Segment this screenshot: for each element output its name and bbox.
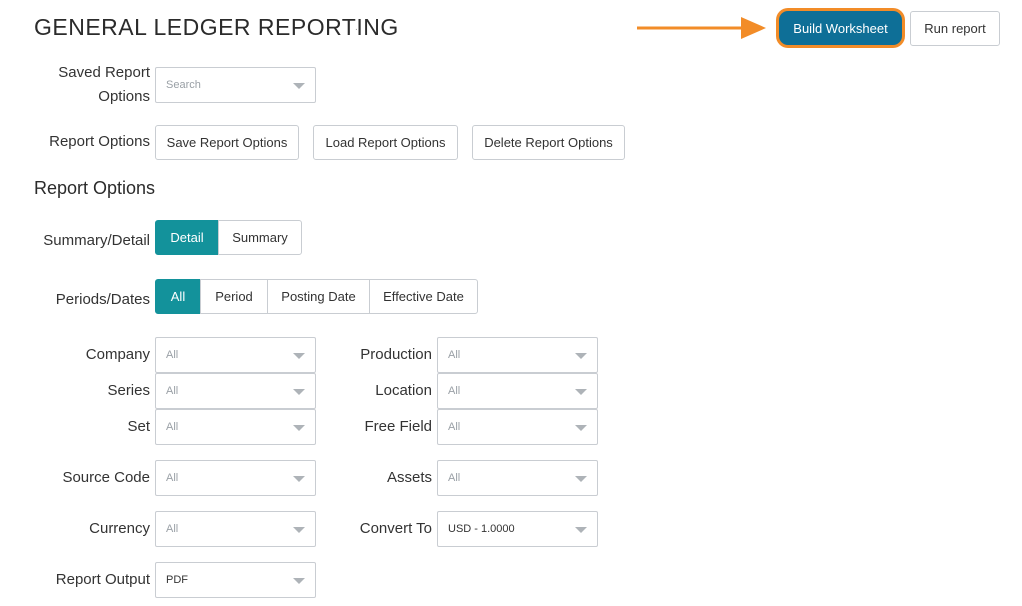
chevron-down-icon — [575, 527, 587, 533]
summary-detail-option-detail[interactable]: Detail — [155, 220, 219, 255]
periods-dates-option-period[interactable]: Period — [200, 279, 268, 314]
chevron-down-icon — [575, 353, 587, 359]
run-report-button[interactable]: Run report — [910, 11, 1000, 46]
summary-detail-toggle: Detail Summary — [155, 220, 302, 255]
saved-report-search-placeholder: Search — [166, 79, 201, 91]
free-field-select[interactable]: All — [437, 409, 598, 445]
production-label: Production — [360, 346, 432, 363]
company-label: Company — [85, 346, 150, 363]
page-title: GENERAL LEDGER REPORTING — [34, 14, 399, 40]
assets-label: Assets — [386, 469, 432, 486]
convert-to-label: Convert To — [359, 520, 432, 537]
series-select[interactable]: All — [155, 373, 316, 409]
periods-dates-option-effective-date[interactable]: Effective Date — [369, 279, 478, 314]
series-label: Series — [107, 382, 150, 399]
summary-detail-label: Summary/Detail — [43, 232, 150, 249]
chevron-down-icon — [575, 476, 587, 482]
build-worksheet-button[interactable]: Build Worksheet — [779, 11, 902, 45]
set-label: Set — [127, 418, 150, 435]
chevron-down-icon — [575, 425, 587, 431]
set-select[interactable]: All — [155, 409, 316, 445]
report-options-label: Report Options — [49, 133, 150, 150]
saved-report-label-line2: Options — [98, 88, 150, 105]
periods-dates-toggle: All Period Posting Date Effective Date — [155, 279, 478, 314]
chevron-down-icon — [293, 578, 305, 584]
location-value: All — [448, 385, 461, 397]
convert-to-value: USD - 1.0000 — [448, 523, 515, 535]
saved-report-label: Saved Report Options — [40, 61, 150, 109]
convert-to-select[interactable]: USD - 1.0000 — [437, 511, 598, 547]
report-output-value: PDF — [166, 574, 188, 586]
assets-value: All — [448, 472, 461, 484]
periods-dates-label: Periods/Dates — [55, 291, 150, 308]
saved-report-search-select[interactable]: Search — [155, 67, 316, 103]
save-report-options-button[interactable]: Save Report Options — [155, 125, 299, 160]
free-field-label: Free Field — [364, 418, 432, 435]
load-report-options-button[interactable]: Load Report Options — [313, 125, 458, 160]
currency-label: Currency — [89, 520, 150, 537]
set-value: All — [166, 421, 179, 433]
currency-value: All — [166, 523, 179, 535]
stray-dot: . — [355, 22, 358, 33]
company-value: All — [166, 349, 179, 361]
location-select[interactable]: All — [437, 373, 598, 409]
delete-report-options-button[interactable]: Delete Report Options — [472, 125, 625, 160]
free-field-value: All — [448, 421, 461, 433]
chevron-down-icon — [293, 389, 305, 395]
section-title: Report Options — [34, 178, 156, 198]
assets-select[interactable]: All — [437, 460, 598, 496]
periods-dates-option-posting-date[interactable]: Posting Date — [267, 279, 370, 314]
production-select[interactable]: All — [437, 337, 598, 373]
chevron-down-icon — [293, 476, 305, 482]
chevron-down-icon — [293, 425, 305, 431]
company-select[interactable]: All — [155, 337, 316, 373]
source-code-select[interactable]: All — [155, 460, 316, 496]
source-code-value: All — [166, 472, 179, 484]
chevron-down-icon — [293, 353, 305, 359]
report-output-label: Report Output — [55, 571, 150, 588]
periods-dates-option-all[interactable]: All — [155, 279, 201, 314]
production-value: All — [448, 349, 461, 361]
series-value: All — [166, 385, 179, 397]
currency-select[interactable]: All — [155, 511, 316, 547]
arrow-right-icon — [637, 17, 766, 39]
saved-report-label-line1: Saved Report — [58, 64, 150, 81]
report-output-select[interactable]: PDF — [155, 562, 316, 598]
location-label: Location — [375, 382, 432, 399]
chevron-down-icon — [293, 527, 305, 533]
chevron-down-icon — [293, 83, 305, 89]
summary-detail-option-summary[interactable]: Summary — [218, 220, 302, 255]
chevron-down-icon — [575, 389, 587, 395]
source-code-label: Source Code — [62, 469, 150, 486]
